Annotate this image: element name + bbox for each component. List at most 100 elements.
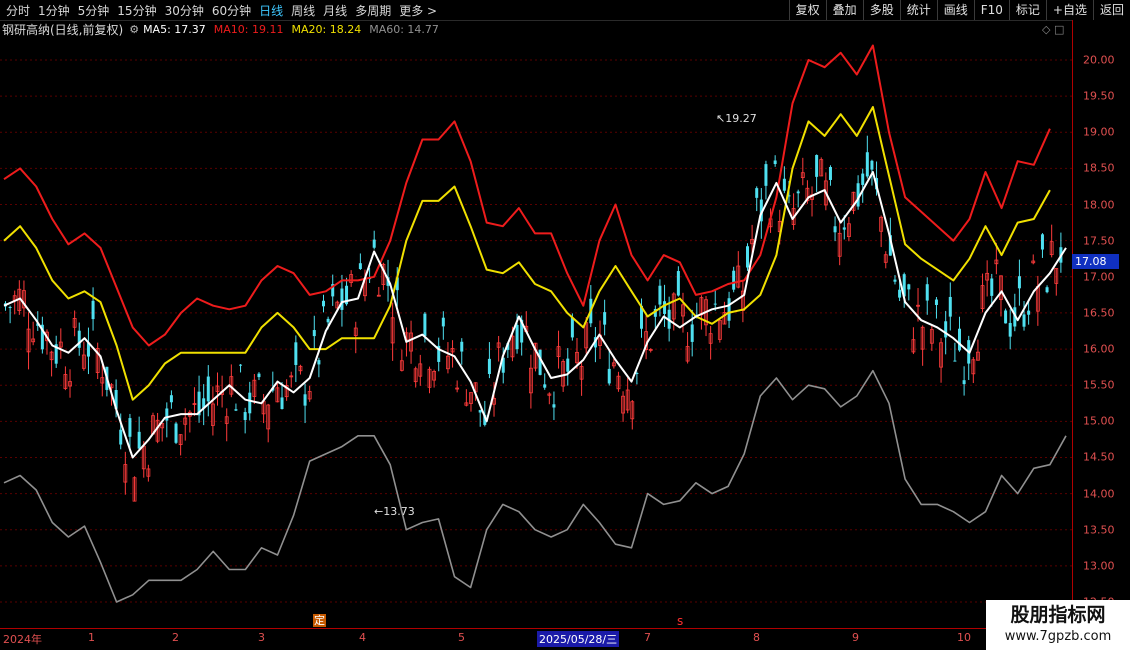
candle-body [1040, 234, 1044, 250]
candle-body [77, 330, 81, 348]
candle-body [303, 394, 307, 406]
candle-body [782, 178, 786, 191]
candle-body [91, 300, 95, 320]
high-value: 19.27 [725, 112, 757, 125]
candle-body [870, 160, 874, 170]
price-tick: 17.50 [1083, 234, 1115, 248]
toolbar-button[interactable]: +自选 [1045, 0, 1093, 20]
toolbar-button[interactable]: 复权 [788, 0, 826, 20]
candle-body [248, 392, 252, 414]
price-tick: 15.00 [1083, 414, 1115, 428]
candle-body [1004, 310, 1008, 324]
date-label: 2024年 [3, 633, 42, 646]
candle-body [962, 380, 966, 385]
candle-body [340, 288, 344, 310]
price-tick: 16.50 [1083, 306, 1115, 320]
candle-body [833, 226, 837, 233]
period-tab[interactable]: 日线 [259, 2, 283, 19]
candle-body [566, 358, 570, 372]
price-tick: 14.00 [1083, 487, 1115, 501]
toolbar-button[interactable]: 返回 [1092, 0, 1130, 20]
high-annotation: ↖19.27 [716, 112, 757, 125]
low-annotation: ←13.73 [374, 505, 415, 518]
date-label: 2025/05/28/三 [537, 631, 620, 647]
candle-body [119, 429, 123, 445]
candle-body [169, 395, 173, 403]
ma60-line [3, 369, 1067, 603]
candle-body [764, 164, 768, 186]
candle-body [1027, 310, 1031, 315]
period-tab[interactable]: 60分钟 [212, 2, 251, 19]
candle-body [944, 321, 948, 338]
candle-body [690, 324, 694, 342]
period-tab[interactable]: 30分钟 [165, 2, 204, 19]
candle-body [552, 404, 556, 408]
candle-body [239, 364, 243, 366]
period-tabs: 分时 1分钟 5分钟 15分钟 30分钟 60分钟 日线 周线 月线 多周期 更多 > [2, 0, 441, 20]
date-label: 8 [753, 631, 760, 644]
ding-marker[interactable]: 定 [313, 614, 326, 627]
kline-chart[interactable] [0, 20, 1072, 626]
candle-body [713, 303, 717, 305]
date-label: 9 [852, 631, 859, 644]
period-tab[interactable]: 15分钟 [117, 2, 156, 19]
price-tick: 17.00 [1083, 270, 1115, 284]
candle-body [294, 342, 298, 365]
period-tab[interactable]: 多周期 [355, 2, 391, 19]
period-tab[interactable]: 1分钟 [38, 2, 70, 19]
toolbar-button[interactable]: F10 [973, 0, 1009, 20]
candle-body [515, 324, 519, 350]
candle-body [280, 397, 284, 410]
candle-body [796, 191, 800, 194]
candle-body [312, 330, 316, 337]
toolbar-button[interactable]: 统计 [899, 0, 937, 20]
toolbar-button[interactable]: 标记 [1008, 0, 1046, 20]
candle-body [746, 246, 749, 268]
date-label: 10 [957, 631, 971, 644]
candle-body [460, 341, 464, 352]
period-tab[interactable]: 周线 [291, 2, 315, 19]
period-tab[interactable]: 分时 [6, 2, 30, 19]
watermark-url: www.7gpzb.com [1004, 629, 1112, 644]
price-tick: 14.50 [1083, 450, 1115, 464]
toolbar-button[interactable]: 多股 [862, 0, 900, 20]
candle-body [358, 263, 362, 270]
price-tick: 15.50 [1083, 378, 1115, 392]
candle-body [990, 278, 994, 296]
toolbar-button[interactable]: 叠加 [825, 0, 863, 20]
candle-body [607, 368, 611, 384]
period-tab[interactable]: 月线 [323, 2, 347, 19]
price-tick: 18.50 [1083, 161, 1115, 175]
candle-body [487, 358, 491, 374]
watermark: 股朋指标网 www.7gpzb.com [986, 600, 1130, 650]
candle-body [317, 360, 321, 365]
candle-body [543, 384, 547, 388]
candle-body [907, 284, 911, 290]
price-tick: 20.00 [1083, 53, 1115, 67]
candle-body [206, 376, 210, 402]
price-axis: 20.00 19.50 19.00 18.50 18.00 17.50 17.00 16.50… [1072, 20, 1130, 626]
period-tab[interactable]: 5分钟 [78, 2, 110, 19]
candle-body [773, 160, 777, 165]
candle-body [958, 328, 961, 351]
ma5-line [3, 171, 1067, 459]
price-tick: 13.00 [1083, 559, 1115, 573]
date-label: 5 [458, 631, 465, 644]
date-axis: 2024年 1 2 3 4 5 2025/05/28/三 7 8 9 10 [0, 628, 1072, 647]
price-tick: 19.00 [1083, 125, 1115, 139]
candle-body [948, 296, 952, 317]
toolbar-button[interactable]: 画线 [936, 0, 974, 20]
candle-body [755, 188, 759, 198]
candle-body [1022, 314, 1026, 327]
price-tick: 16.00 [1083, 342, 1115, 356]
s-marker[interactable]: s [677, 614, 683, 628]
candle-body [1017, 276, 1021, 289]
candle-body [322, 300, 325, 307]
candle-body [727, 298, 731, 321]
candle-body [1045, 287, 1049, 293]
period-tab[interactable]: 更多 > [399, 2, 437, 19]
candle-body [243, 412, 247, 421]
date-label: 7 [644, 631, 651, 644]
date-label: 2 [172, 631, 179, 644]
candle-body [234, 409, 238, 411]
